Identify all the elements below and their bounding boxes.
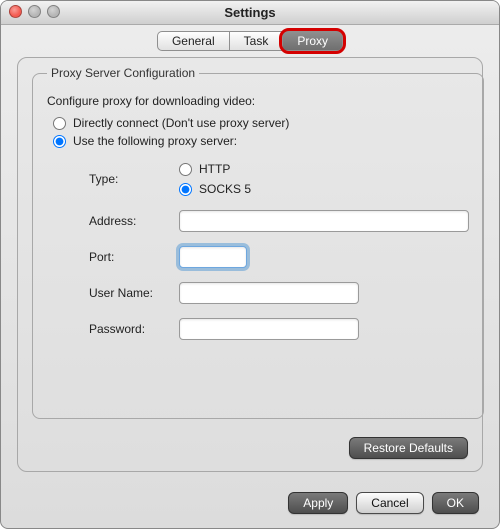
type-socks5-radio[interactable] [179,183,192,196]
dialog-footer: Apply Cancel OK [288,492,479,514]
proxy-form: Type: HTTP SOCKS 5 Address: [89,162,469,340]
port-input[interactable] [179,246,247,268]
zoom-icon[interactable] [47,5,60,18]
minimize-icon[interactable] [28,5,41,18]
type-http-label: HTTP [199,162,230,176]
address-input[interactable] [179,210,469,232]
type-socks5-label: SOCKS 5 [199,182,251,196]
window-controls [9,5,60,18]
type-label: Type: [89,172,171,186]
cancel-button[interactable]: Cancel [356,492,423,514]
mode-use-radio[interactable] [53,135,66,148]
mode-direct-label: Directly connect (Don't use proxy server… [73,116,289,130]
settings-window: Settings General Task Proxy Proxy Server… [0,0,500,529]
settings-panel: Proxy Server Configuration Configure pro… [17,57,483,472]
address-label: Address: [89,214,171,228]
tab-segment: General Task Proxy [157,31,343,51]
mode-direct-radio[interactable] [53,117,66,130]
username-input[interactable] [179,282,359,304]
password-input[interactable] [179,318,359,340]
mode-direct-row[interactable]: Directly connect (Don't use proxy server… [53,116,469,130]
mode-use-label: Use the following proxy server: [73,134,237,148]
tab-task[interactable]: Task [229,31,283,51]
port-label: Port: [89,250,171,264]
type-socks5-row[interactable]: SOCKS 5 [179,182,469,196]
type-http-row[interactable]: HTTP [179,162,469,176]
mode-use-row[interactable]: Use the following proxy server: [53,134,469,148]
group-legend: Proxy Server Configuration [47,66,199,80]
restore-defaults-button[interactable]: Restore Defaults [349,437,468,459]
titlebar: Settings [1,1,499,25]
tab-general[interactable]: General [157,31,229,51]
tab-proxy[interactable]: Proxy [282,31,343,51]
password-label: Password: [89,322,171,336]
apply-button[interactable]: Apply [288,492,348,514]
type-http-radio[interactable] [179,163,192,176]
close-icon[interactable] [9,5,22,18]
ok-button[interactable]: OK [432,492,479,514]
username-label: User Name: [89,286,171,300]
window-title: Settings [1,1,499,25]
group-description: Configure proxy for downloading video: [47,94,469,108]
proxy-group: Proxy Server Configuration Configure pro… [32,66,484,419]
tabstrip: General Task Proxy [1,31,499,51]
